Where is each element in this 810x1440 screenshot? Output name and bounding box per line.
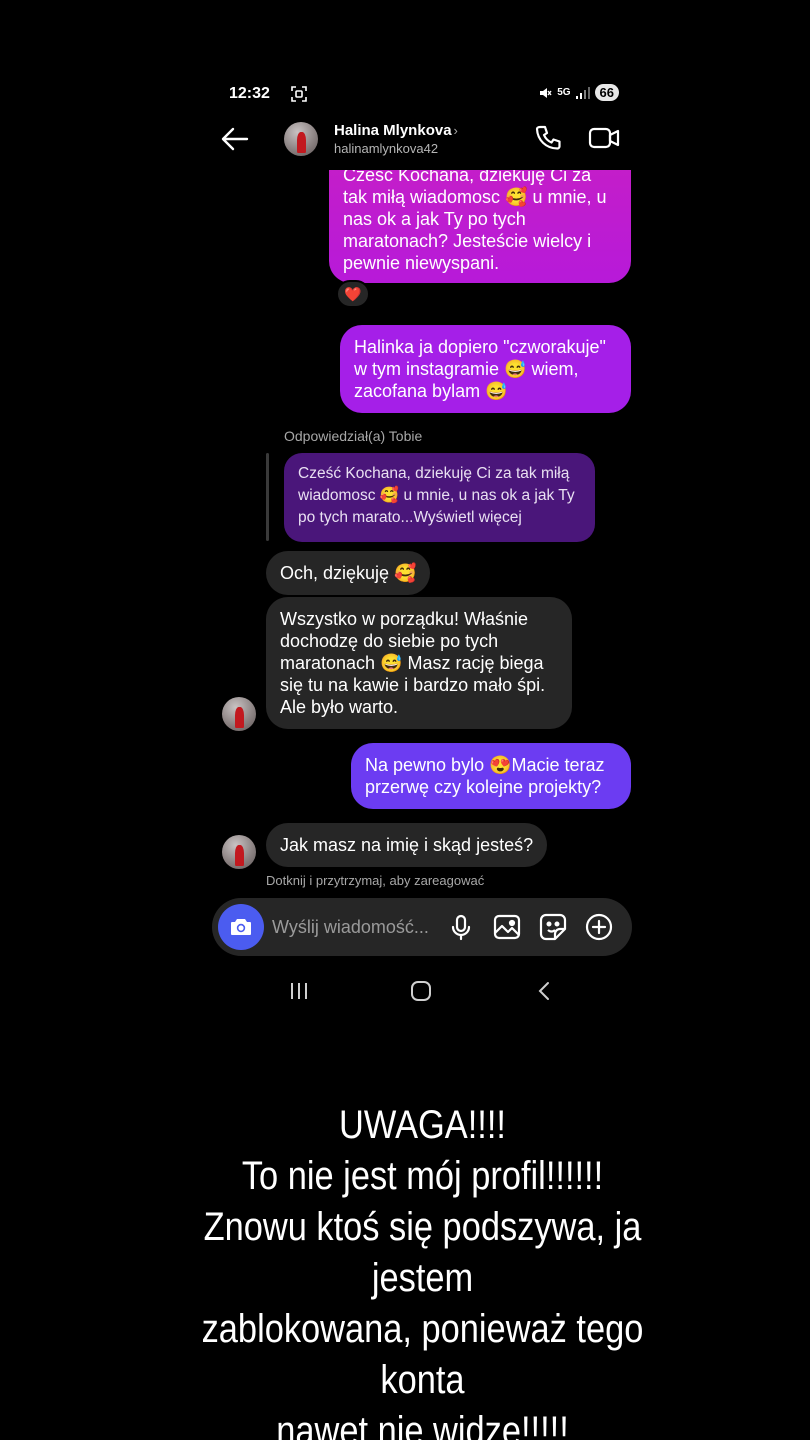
phone-screen: 12:32 5G 66 Halina Mlynkova › halinamlynk…	[212, 70, 632, 1030]
message-bubble-received[interactable]: Och, dziękuję 🥰	[266, 551, 431, 595]
reply-label: Odpowiedział(a) Tobie	[284, 428, 423, 444]
status-icons: 5G 66	[538, 84, 619, 101]
reply-indicator-line	[266, 453, 269, 541]
contact-name[interactable]: Halina Mlynkova ›	[334, 122, 458, 139]
chevron-right-icon: ›	[453, 123, 458, 138]
sender-avatar[interactable]	[222, 697, 256, 731]
message-bubble-sent[interactable]: Cześć Kochana, dziekuję Ci za tak miłą w…	[329, 170, 631, 283]
recent-apps-icon[interactable]	[286, 979, 312, 1003]
message-bubble-sent[interactable]: Halinka ja dopiero "czworakuje" w tym in…	[340, 325, 631, 413]
sender-avatar[interactable]	[222, 835, 256, 869]
warning-line: zablokowana, ponieważ tego konta	[188, 1304, 657, 1406]
mute-icon	[540, 87, 552, 98]
plus-circle-icon[interactable]	[584, 912, 614, 942]
reaction-hint: Dotknij i przytrzymaj, aby zareagować	[266, 873, 485, 888]
status-time: 12:32	[229, 85, 270, 102]
arrow-left-icon[interactable]	[220, 126, 250, 152]
chat-header: Halina Mlynkova › halinamlynkova42	[212, 118, 632, 162]
camera-icon	[231, 919, 251, 935]
camera-button[interactable]	[218, 904, 264, 950]
screenshot-icon	[291, 86, 307, 102]
message-bubble-received[interactable]: Jak masz na imię i skąd jesteś?	[266, 823, 548, 867]
quoted-message[interactable]: Cześć Kochana, dziekuję Ci za tak miłą w…	[284, 453, 595, 542]
warning-line: UWAGA!!!!	[188, 1100, 657, 1151]
message-list[interactable]: Cześć Kochana, dziekuję Ci za tak miłą w…	[212, 170, 632, 895]
warning-line: Znowu ktoś się podszywa, ja jestem	[188, 1202, 657, 1304]
warning-line: nawet nie widzę!!!!!	[188, 1406, 657, 1440]
warning-text: UWAGA!!!! To nie jest mój profil!!!!!! Z…	[150, 1100, 695, 1440]
message-bubble-sent[interactable]: Na pewno bylo 😍Macie teraz przerwę czy k…	[351, 743, 631, 809]
back-icon[interactable]	[532, 979, 558, 1003]
message-composer	[212, 898, 632, 956]
status-bar: 12:32 5G 66	[229, 84, 619, 106]
system-nav-bar	[212, 975, 632, 1007]
video-camera-icon[interactable]	[588, 124, 620, 152]
network-label: 5G	[557, 87, 571, 98]
warning-line: To nie jest mój profil!!!!!!	[188, 1151, 657, 1202]
home-icon[interactable]	[408, 979, 434, 1003]
message-input[interactable]	[272, 914, 442, 940]
microphone-icon[interactable]	[446, 912, 476, 942]
signal-icon	[575, 86, 590, 99]
sticker-icon[interactable]	[538, 912, 568, 942]
message-bubble-received[interactable]: Wszystko w porządku! Właśnie dochodzę do…	[266, 597, 572, 729]
contact-name-text: Halina Mlynkova	[334, 122, 452, 139]
heart-reaction-icon[interactable]: ❤️	[336, 280, 370, 308]
image-icon[interactable]	[492, 912, 522, 942]
battery-badge: 66	[594, 84, 619, 101]
phone-icon[interactable]	[534, 124, 562, 152]
contact-username: halinamlynkova42	[334, 141, 439, 156]
contact-avatar[interactable]	[284, 122, 318, 156]
